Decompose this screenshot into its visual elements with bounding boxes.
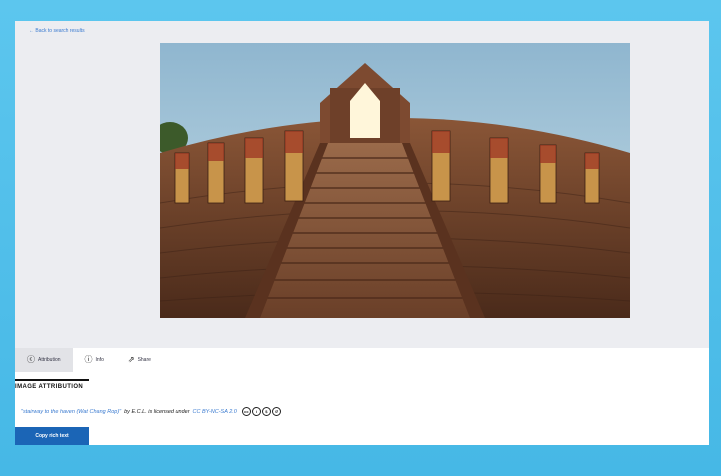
- tab-info-label: Info: [95, 357, 104, 363]
- temple-photo: [160, 43, 630, 318]
- license-icons: cc i $ ↺: [241, 407, 281, 416]
- nc-icon: $: [261, 407, 271, 416]
- image-title-link[interactable]: "stairway to the haven (Wat Chang Rop)": [21, 409, 121, 415]
- by-icon: i: [251, 407, 261, 416]
- copy-rich-text-button[interactable]: Copy rich text: [15, 427, 89, 445]
- attribution-by-text: by E.C.L. is licensed under: [124, 408, 190, 415]
- cc-icon: cc: [241, 407, 251, 416]
- license-link[interactable]: CC BY-NC-SA 2.0: [193, 409, 237, 415]
- sa-icon: ↺: [271, 407, 281, 416]
- attribution-text: "stairway to the haven (Wat Chang Rop)" …: [21, 407, 281, 416]
- back-to-search-link[interactable]: ← Back to search results: [29, 28, 85, 34]
- tab-share[interactable]: ⇗ Share: [116, 348, 163, 372]
- tab-attribution[interactable]: ⓒ Attribution: [15, 348, 73, 372]
- main-image[interactable]: [160, 43, 630, 318]
- image-detail-page: ← Back to search results ⓒ Attribution ⓘ…: [15, 21, 709, 445]
- image-viewer: ← Back to search results: [15, 21, 709, 348]
- info-tabs: ⓒ Attribution ⓘ Info ⇗ Share: [15, 348, 709, 372]
- share-icon: ⇗: [127, 355, 135, 364]
- tab-info[interactable]: ⓘ Info: [73, 348, 116, 372]
- tab-share-label: Share: [137, 357, 151, 363]
- attribution-icon: ⓒ: [27, 355, 35, 364]
- image-attribution-heading: IMAGE ATTRIBUTION: [15, 379, 89, 390]
- info-icon: ⓘ: [84, 355, 93, 364]
- tab-attribution-label: Attribution: [38, 357, 61, 363]
